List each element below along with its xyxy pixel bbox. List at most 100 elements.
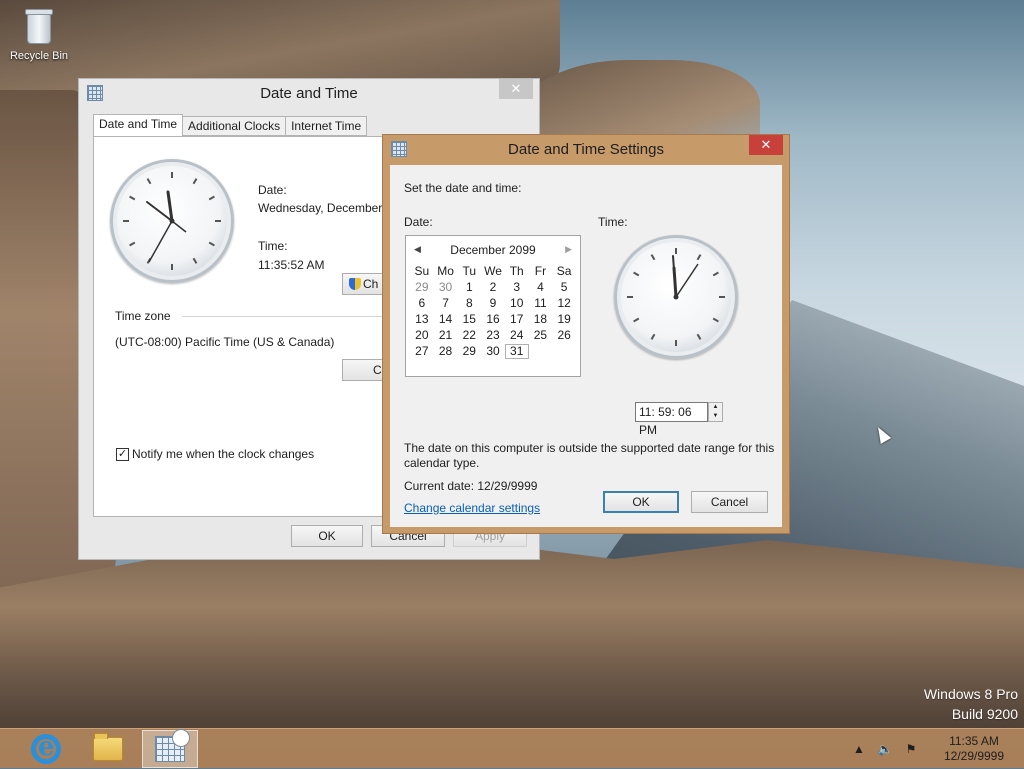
calendar-day[interactable]: 19: [552, 312, 576, 327]
calendar-day[interactable]: 12: [552, 296, 576, 311]
calendar-day[interactable]: 30: [434, 280, 458, 295]
analog-clock: [110, 159, 234, 283]
internet-explorer-icon: [31, 732, 61, 764]
settings-cancel-button[interactable]: Cancel: [691, 491, 768, 513]
calendar-day[interactable]: 11: [529, 296, 553, 311]
settings-window-icon: [391, 141, 407, 157]
calendar-day[interactable]: 3: [505, 280, 529, 295]
calendar-day[interactable]: 23: [481, 328, 505, 343]
calendar-grid: Su Mo Tu We Th Fr Sa 29 30 1 2 3 4 5 6 7 8 9 10 11 12 13 14 15 1…: [410, 264, 576, 359]
analog-clock-face: [123, 172, 221, 270]
calendar-day[interactable]: 30: [481, 344, 505, 359]
time-label: Time:: [258, 239, 288, 253]
desktop-icon-recycle-bin[interactable]: Recycle Bin: [6, 6, 72, 62]
watermark-build: Build 9200: [951, 706, 1018, 722]
tab-internet-time[interactable]: Internet Time: [285, 116, 368, 136]
taskbar-file-explorer[interactable]: [80, 730, 136, 768]
system-tray: ▲ 🔈 ⚑ 11:35 AM 12/29/9999: [846, 729, 1024, 769]
calendar-day[interactable]: 29: [457, 344, 481, 359]
calendar-day[interactable]: 7: [434, 296, 458, 311]
calendar-weekday-header: We: [484, 264, 502, 278]
date-and-time-settings-dialog: Date and Time Settings ✕ Set the date an…: [382, 134, 790, 534]
ok-button[interactable]: OK: [291, 525, 363, 547]
settings-analog-clock-face: [627, 248, 725, 346]
action-center-flag-icon[interactable]: ⚑: [901, 739, 921, 759]
calendar-weekday-header: Tu: [462, 264, 477, 278]
calendar-day[interactable]: 8: [457, 296, 481, 311]
date-and-time-titlebar[interactable]: Date and Time ✕: [79, 79, 539, 109]
notify-checkbox[interactable]: ✓: [116, 448, 129, 461]
calendar-day[interactable]: 16: [481, 312, 505, 327]
time-value: 11:35:52 AM: [258, 258, 325, 272]
close-icon: ✕: [760, 137, 772, 152]
calendar-weekday-header: Sa: [556, 264, 572, 278]
volume-muted-icon[interactable]: 🔈: [875, 739, 895, 759]
calendar-weekday-header: Fr: [534, 264, 547, 278]
next-month-icon[interactable]: ▶: [565, 244, 572, 255]
tab-strip: Date and Time Additional Clocks Internet…: [93, 114, 368, 136]
calendar-day[interactable]: 25: [529, 328, 553, 343]
calendar-day[interactable]: 5: [552, 280, 576, 295]
tab-date-and-time[interactable]: Date and Time: [93, 114, 184, 136]
taskbar: ▲ 🔈 ⚑ 11:35 AM 12/29/9999: [0, 728, 1024, 768]
calendar-day[interactable]: 22: [457, 328, 481, 343]
time-spinner[interactable]: ▲ ▼: [708, 402, 723, 422]
close-icon: ✕: [510, 81, 522, 96]
range-warning-line2: calendar type.: [404, 456, 480, 470]
file-explorer-icon: [93, 733, 123, 761]
settings-title: Date and Time Settings: [508, 141, 664, 158]
calendar-day[interactable]: 29: [410, 280, 434, 295]
change-date-time-label: Ch: [363, 277, 379, 291]
calendar-day[interactable]: 31: [504, 344, 529, 359]
uac-shield-icon: [349, 278, 361, 290]
calendar-month-title[interactable]: December 2099: [406, 243, 580, 257]
date-time-settings-icon: [155, 729, 190, 762]
taskbar-internet-explorer[interactable]: [18, 730, 74, 768]
calendar-day[interactable]: 28: [434, 344, 458, 359]
calendar-day[interactable]: 9: [481, 296, 505, 311]
settings-ok-button[interactable]: OK: [603, 491, 679, 513]
calendar-day[interactable]: 1: [457, 280, 481, 295]
settings-close-button[interactable]: ✕: [749, 135, 783, 155]
calendar-day[interactable]: 27: [410, 344, 434, 359]
settings-date-label: Date:: [404, 215, 433, 229]
time-zone-value: (UTC-08:00) Pacific Time (US & Canada): [115, 335, 335, 349]
date-time-window-icon: [87, 85, 103, 101]
time-zone-heading: Time zone: [115, 309, 171, 323]
calendar-day[interactable]: 6: [410, 296, 434, 311]
calendar-day[interactable]: 21: [434, 328, 458, 343]
spin-down-icon[interactable]: ▼: [709, 412, 722, 421]
calendar-day[interactable]: 24: [505, 328, 529, 343]
taskbar-clock-time: 11:35 AM: [949, 734, 999, 748]
calendar-empty-cell: [529, 344, 553, 359]
calendar-day[interactable]: 13: [410, 312, 434, 327]
settings-time-label: Time:: [598, 215, 628, 229]
calendar-day[interactable]: 10: [505, 296, 529, 311]
calendar-day[interactable]: 17: [505, 312, 529, 327]
calendar-day[interactable]: 18: [529, 312, 553, 327]
taskbar-date-time-settings[interactable]: [142, 729, 198, 768]
settings-analog-clock: [614, 235, 738, 359]
calendar-weekday-header: Th: [509, 264, 524, 278]
time-zone-divider: [182, 316, 382, 317]
time-input[interactable]: 11: 59: 06 PM: [635, 402, 708, 437]
notify-label: Notify me when the clock changes: [132, 447, 315, 461]
range-warning-line1: The date on this computer is outside the…: [404, 441, 775, 455]
settings-titlebar[interactable]: Date and Time Settings ✕: [383, 135, 789, 165]
calendar-day[interactable]: 20: [410, 328, 434, 343]
calendar-day[interactable]: 15: [457, 312, 481, 327]
spin-up-icon[interactable]: ▲: [709, 403, 722, 412]
calendar-empty-cell: [552, 344, 576, 359]
calendar-day[interactable]: 4: [529, 280, 553, 295]
watermark-edition: Windows 8 Pro: [923, 686, 1018, 702]
taskbar-clock[interactable]: 11:35 AM 12/29/9999: [924, 734, 1024, 764]
close-button[interactable]: ✕: [499, 79, 533, 99]
windows-watermark: Windows 8 Pro Build 9200: [924, 684, 1018, 724]
calendar-day[interactable]: 14: [434, 312, 458, 327]
taskbar-clock-date: 12/29/9999: [943, 749, 1005, 763]
tab-additional-clocks[interactable]: Additional Clocks: [182, 116, 287, 136]
change-calendar-settings-link[interactable]: Change calendar settings: [404, 501, 540, 515]
show-hidden-icons-icon[interactable]: ▲: [849, 739, 869, 759]
calendar-day[interactable]: 2: [481, 280, 505, 295]
calendar-day[interactable]: 26: [552, 328, 576, 343]
